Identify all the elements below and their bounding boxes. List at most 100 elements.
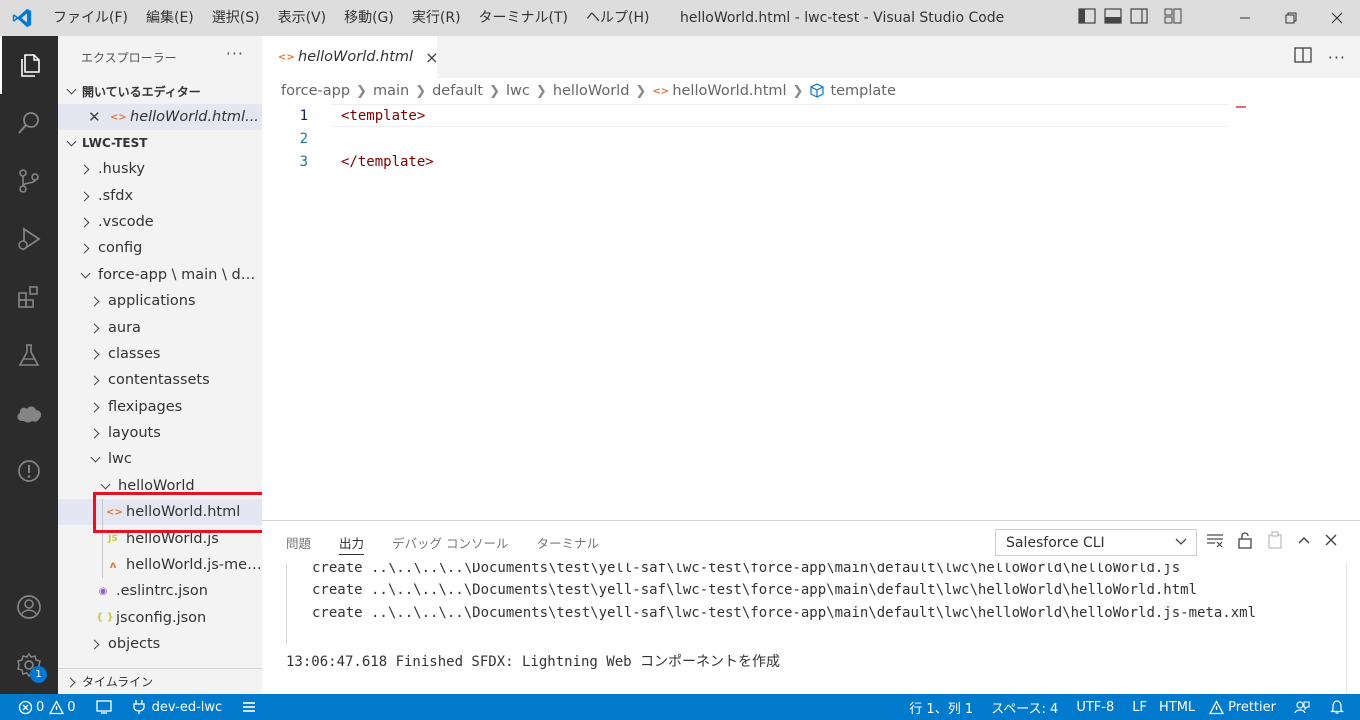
open-editor-item[interactable]: ✕ <> helloWorld.html... xyxy=(58,104,262,130)
menu-view[interactable]: 表示(V) xyxy=(269,0,336,36)
more-actions-icon[interactable]: ··· xyxy=(1328,48,1346,67)
tree-item-force-app[interactable]: force-app \ main \ def... xyxy=(58,262,262,288)
output-content[interactable]: create ..\..\..\..\Documents\test\yell-s… xyxy=(262,563,1342,695)
breadcrumb-item[interactable]: lwc xyxy=(506,83,530,99)
output-line: create ..\..\..\..\Documents\test\yell-s… xyxy=(312,605,1257,621)
breadcrumb-item[interactable]: helloWorld xyxy=(553,83,630,99)
code-line[interactable]: 1 <template> xyxy=(262,104,1228,127)
language-mode[interactable]: HTML xyxy=(1159,694,1195,720)
code-line[interactable]: 2 xyxy=(262,127,1228,150)
restore-button[interactable] xyxy=(1268,0,1314,36)
code-editor[interactable]: 1 <template> 2 3 </template> xyxy=(262,104,1360,520)
run-debug-icon[interactable] xyxy=(0,210,58,268)
tree-item-flexipages[interactable]: flexipages xyxy=(58,394,262,420)
tree-item-contentassets[interactable]: contentassets xyxy=(58,367,262,393)
tree-item-eslintrc[interactable]: ◉ .eslintrc.json xyxy=(58,578,262,604)
menu-edit[interactable]: 編集(E) xyxy=(137,0,203,36)
source-control-icon[interactable] xyxy=(0,152,58,210)
menu-go[interactable]: 移動(G) xyxy=(335,0,403,36)
panel-scrollbar[interactable] xyxy=(1346,563,1360,695)
prettier-status[interactable]: Prettier xyxy=(1209,694,1276,720)
salesforce-cloud-icon[interactable] xyxy=(0,384,58,442)
settings-gear-icon[interactable]: 1 xyxy=(0,636,58,694)
extensions-icon[interactable] xyxy=(0,268,58,326)
minimap[interactable] xyxy=(1236,106,1246,108)
tree-item-helloworld-html[interactable]: <> helloWorld.html xyxy=(58,499,262,526)
tab-output[interactable]: 出力 xyxy=(339,521,365,563)
org-status[interactable]: dev-ed-lwc xyxy=(132,694,223,720)
lock-scroll-icon[interactable] xyxy=(1237,531,1253,553)
tab-debug-console[interactable]: デバッグ コンソール xyxy=(392,521,508,563)
close-window-button[interactable] xyxy=(1314,0,1360,36)
tab-close-icon[interactable]: × xyxy=(425,48,438,67)
problems-status[interactable]: 0 0 xyxy=(0,694,76,720)
tree-item-config[interactable]: config xyxy=(58,235,262,261)
problems-alert-icon[interactable] xyxy=(0,442,58,500)
feedback-icon[interactable] xyxy=(1294,694,1310,720)
open-log-file-icon[interactable] xyxy=(1266,531,1284,553)
tree-item-classes[interactable]: classes xyxy=(58,341,262,367)
chevron-right-icon xyxy=(88,372,104,388)
breadcrumb-item[interactable]: default xyxy=(432,83,483,99)
menu-run[interactable]: 実行(R) xyxy=(403,0,470,36)
menu-selection[interactable]: 選択(S) xyxy=(203,0,269,36)
cursor-position[interactable]: 行 1、列 1 xyxy=(909,694,973,720)
close-editor-icon[interactable]: ✕ xyxy=(88,108,106,126)
project-section-header[interactable]: LWC-TEST xyxy=(58,130,262,156)
close-panel-icon[interactable] xyxy=(1324,533,1338,551)
tree-item-sfdx[interactable]: .sfdx xyxy=(58,182,262,208)
tree-item-aura[interactable]: aura xyxy=(58,314,262,340)
toggle-secondary-sidebar-icon[interactable] xyxy=(1130,8,1148,28)
clear-output-icon[interactable] xyxy=(1206,532,1224,552)
open-editors-section-header[interactable]: 開いているエディター xyxy=(58,78,262,104)
testing-flask-icon[interactable] xyxy=(0,326,58,384)
tree-item-husky[interactable]: .husky xyxy=(58,156,262,182)
code-line[interactable]: 3 </template> xyxy=(262,150,1228,173)
tree-item-vscode[interactable]: .vscode xyxy=(58,209,262,235)
output-channel-select[interactable]: Salesforce CLI xyxy=(995,529,1197,556)
breadcrumb-separator-icon: ❯ xyxy=(415,83,427,99)
tree-item-objects[interactable]: objects xyxy=(58,631,262,657)
menu-help[interactable]: ヘルプ(H) xyxy=(577,0,658,36)
breadcrumb-item[interactable]: main xyxy=(373,83,409,99)
output-channel-value: Salesforce CLI xyxy=(1006,534,1105,551)
tab-problems[interactable]: 問題 xyxy=(286,521,311,563)
explorer-more-actions-icon[interactable]: ··· xyxy=(226,44,244,63)
tree-item-helloworld-meta[interactable]: ᴧ helloWorld.js-met... xyxy=(58,551,262,579)
minimize-button[interactable] xyxy=(1222,0,1268,36)
tab-terminal[interactable]: ターミナル xyxy=(537,521,600,563)
breadcrumb-item[interactable]: template xyxy=(830,83,895,99)
search-icon[interactable] xyxy=(0,94,58,152)
tree-item-helloworld-folder[interactable]: helloWorld xyxy=(58,473,262,499)
breadcrumb-item[interactable]: force-app xyxy=(281,83,350,99)
tree-item-helloworld-js[interactable]: JS helloWorld.js xyxy=(58,525,262,552)
maximize-panel-icon[interactable] xyxy=(1297,533,1311,551)
tree-item-jsconfig[interactable]: { } jsconfig.json xyxy=(58,605,262,631)
explorer-title: エクスプローラー ··· xyxy=(58,36,262,78)
encoding[interactable]: UTF-8 xyxy=(1076,694,1114,720)
chevron-right-icon xyxy=(88,399,104,415)
explorer-icon[interactable] xyxy=(0,36,58,94)
org-alias: dev-ed-lwc xyxy=(151,699,223,715)
notifications-bell-icon[interactable] xyxy=(1330,694,1344,720)
account-icon[interactable] xyxy=(0,578,58,636)
menu-file[interactable]: ファイル(F) xyxy=(44,0,137,36)
output-line: create ..\..\..\..\Documents\test\yell-s… xyxy=(312,563,1181,576)
menu-terminal[interactable]: ターミナル(T) xyxy=(470,0,577,36)
tree-item-layouts[interactable]: layouts xyxy=(58,420,262,446)
menu-lines-icon[interactable] xyxy=(242,694,256,720)
toggle-primary-sidebar-icon[interactable] xyxy=(1078,8,1096,28)
split-editor-icon[interactable] xyxy=(1294,47,1312,67)
indentation[interactable]: スペース: 4 xyxy=(991,694,1058,720)
tab-helloworld-html[interactable]: <> helloWorld.html × xyxy=(262,36,439,78)
end-of-line[interactable]: LF xyxy=(1132,694,1147,720)
toggle-panel-icon[interactable] xyxy=(1104,8,1122,28)
tree-item-applications[interactable]: applications xyxy=(58,288,262,314)
breadcrumb-item[interactable]: helloWorld.html xyxy=(672,83,786,99)
customize-layout-icon[interactable] xyxy=(1164,8,1182,28)
timeline-section-header[interactable]: タイムライン xyxy=(58,668,262,694)
tree-item-label: aura xyxy=(108,319,141,336)
tree-item-label: jsconfig.json xyxy=(116,609,207,626)
tree-item-lwc[interactable]: lwc xyxy=(58,446,262,472)
remote-window-icon[interactable] xyxy=(95,694,112,720)
